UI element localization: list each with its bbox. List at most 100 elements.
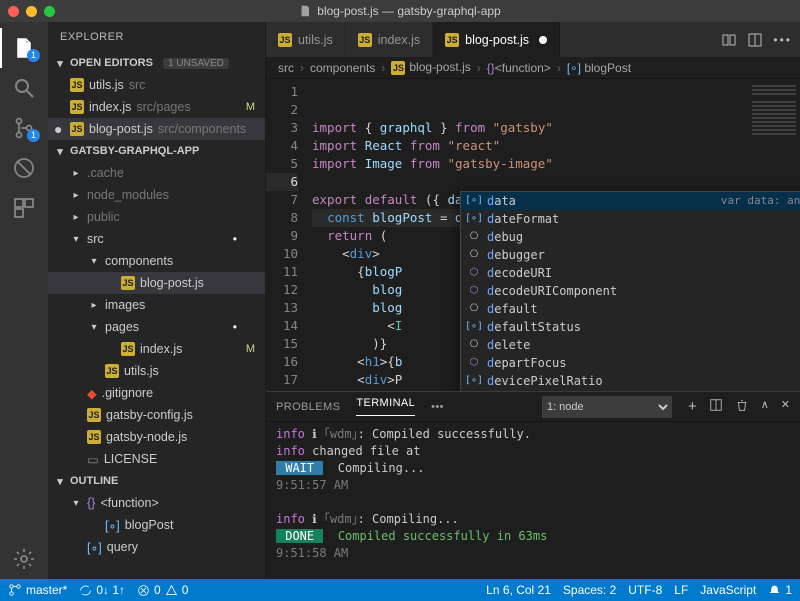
tree-item[interactable]: JSindex.jsM xyxy=(48,338,265,360)
symbol-kw-icon: ⎔ xyxy=(467,248,481,262)
suggest-item[interactable]: ⎔debugger xyxy=(461,246,800,264)
panel-tab-more[interactable]: ••• xyxy=(431,401,444,413)
suggest-item[interactable]: [∘]defaultStatus xyxy=(461,318,800,336)
open-editors-header[interactable]: ▾ OPEN EDITORS 1 UNSAVED xyxy=(48,52,265,74)
open-editor-item[interactable]: JSutils.js src xyxy=(48,74,265,96)
editor-tab[interactable]: JSutils.js xyxy=(266,22,346,57)
chevron-down-icon: ▾ xyxy=(54,145,66,158)
compare-icon[interactable] xyxy=(721,32,737,48)
tree-item[interactable]: JSutils.js xyxy=(48,360,265,382)
panel-tab-problems[interactable]: PROBLEMS xyxy=(276,401,340,413)
panel-tab-terminal[interactable]: TERMINAL xyxy=(356,397,415,416)
open-editor-item[interactable]: JSindex.js src/pagesM xyxy=(48,96,265,118)
tree-item[interactable]: JSgatsby-config.js xyxy=(48,404,265,426)
maximize-window-button[interactable] xyxy=(44,6,55,17)
activity-debug[interactable] xyxy=(0,148,48,188)
tree-item[interactable]: ▸node_modules xyxy=(48,184,265,206)
suggest-item[interactable]: [∘]dateFormat xyxy=(461,210,800,228)
suggest-item[interactable]: ⬡departFocus xyxy=(461,354,800,372)
tree-item[interactable]: JSblog-post.js xyxy=(48,272,265,294)
outline-item[interactable]: ▾{}<function> xyxy=(48,492,265,514)
chevron-icon: ▸ xyxy=(88,300,100,311)
tree-item[interactable]: ◆.gitignore xyxy=(48,382,265,404)
tree-item[interactable]: ▭LICENSE xyxy=(48,448,265,470)
suggest-item[interactable]: [∘]devicePixelRatio xyxy=(461,372,800,390)
close-panel-icon[interactable]: ✕ xyxy=(781,398,790,415)
project-header[interactable]: ▾ GATSBY-GRAPHQL-APP xyxy=(48,140,265,162)
breadcrumb-segment[interactable]: JSblog-post.js xyxy=(391,60,470,75)
tree-item[interactable]: ▸images xyxy=(48,294,265,316)
symbol-kw-icon: ⎔ xyxy=(467,230,481,244)
suggest-item[interactable]: [∘]datavar data: anyi xyxy=(461,192,800,210)
breadcrumb-segment[interactable]: src xyxy=(278,61,294,75)
status-encoding[interactable]: UTF-8 xyxy=(628,583,662,597)
status-sync[interactable]: 0↓ 1↑ xyxy=(79,583,125,597)
activity-extensions[interactable] xyxy=(0,188,48,228)
tree-item[interactable]: ▾pages• xyxy=(48,316,265,338)
js-file-icon: JS xyxy=(70,78,84,92)
close-window-button[interactable] xyxy=(8,6,19,17)
suggest-item[interactable]: ⬡decodeURIComponent xyxy=(461,282,800,300)
maximize-panel-icon[interactable]: ∧ xyxy=(761,398,769,415)
breadcrumb[interactable]: src›components›JSblog-post.js›{}<functio… xyxy=(266,57,800,79)
suggest-item[interactable]: ⬡decodeURI xyxy=(461,264,800,282)
breadcrumb-segment[interactable]: {}<function> xyxy=(487,61,551,75)
tree-item[interactable]: JSgatsby-node.js xyxy=(48,426,265,448)
activity-explorer[interactable]: 1 xyxy=(0,28,48,68)
status-indent[interactable]: Spaces: 2 xyxy=(563,583,616,597)
error-icon xyxy=(137,584,150,597)
activity-settings[interactable] xyxy=(0,539,48,579)
suggest-item[interactable]: ⎔debug xyxy=(461,228,800,246)
suggest-item[interactable]: ⎔default xyxy=(461,300,800,318)
panel-tabbar: PROBLEMS TERMINAL ••• 1: node + ∧ ✕ xyxy=(266,392,800,422)
bottom-panel: PROBLEMS TERMINAL ••• 1: node + ∧ ✕ info… xyxy=(266,391,800,579)
symbol-fn-icon: ⬡ xyxy=(467,356,481,370)
status-lang[interactable]: JavaScript xyxy=(700,583,756,597)
status-notifications[interactable]: 1 xyxy=(768,583,792,597)
minimize-window-button[interactable] xyxy=(26,6,37,17)
status-errors[interactable]: 0 0 xyxy=(137,583,188,597)
outline-header[interactable]: ▾ OUTLINE xyxy=(48,470,265,492)
js-file-icon: JS xyxy=(121,342,135,356)
js-file-icon: JS xyxy=(105,364,119,378)
editor-tab[interactable]: JSindex.js xyxy=(346,22,433,57)
outline-item[interactable]: [∘]blogPost xyxy=(48,514,265,536)
breadcrumb-segment[interactable]: [∘] blogPost xyxy=(567,61,631,75)
new-terminal-icon[interactable]: + xyxy=(688,398,697,415)
breadcrumb-segment[interactable]: components xyxy=(310,61,375,75)
tree-item[interactable]: ▸public xyxy=(48,206,265,228)
file-icon xyxy=(299,5,311,17)
tree-item[interactable]: ▾src• xyxy=(48,228,265,250)
terminal-output[interactable]: info ℹ ｢wdm｣: Compiled successfully.info… xyxy=(266,422,800,579)
code-content[interactable]: import { graphql } from "gatsby"import R… xyxy=(312,79,800,391)
editor-tab[interactable]: JSblog-post.js xyxy=(433,22,560,57)
split-terminal-icon[interactable] xyxy=(709,398,723,412)
suggest-item[interactable]: ⬡dispatchEvent xyxy=(461,390,800,391)
tree-item[interactable]: ▸.cache xyxy=(48,162,265,184)
suggest-item[interactable]: ⎔delete xyxy=(461,336,800,354)
window-controls xyxy=(8,6,55,17)
split-editor-icon[interactable] xyxy=(747,32,763,48)
more-icon[interactable]: ••• xyxy=(773,33,792,47)
symbol-fn-icon: ⬡ xyxy=(467,284,481,298)
sidebar-title: EXPLORER xyxy=(48,22,265,52)
symbol-variable-icon: [∘] xyxy=(87,540,102,555)
code-editor[interactable]: 1234567891011121314151617181920 import {… xyxy=(266,79,800,391)
open-editors-label: OPEN EDITORS xyxy=(70,57,153,69)
js-file-icon: JS xyxy=(278,33,292,47)
status-branch[interactable]: master* xyxy=(8,583,67,597)
activity-search[interactable] xyxy=(0,68,48,108)
trash-icon[interactable] xyxy=(735,398,749,412)
activity-scm[interactable]: 1 xyxy=(0,108,48,148)
git-branch-icon xyxy=(8,583,22,597)
symbol-kw-icon: ⎔ xyxy=(467,338,481,352)
status-eol[interactable]: LF xyxy=(674,583,688,597)
status-position[interactable]: Ln 6, Col 21 xyxy=(486,583,551,597)
autocomplete-popup[interactable]: [∘]datavar data: anyi[∘]dateFormat⎔debug… xyxy=(460,191,800,391)
open-editor-item[interactable]: ●JSblog-post.js src/components xyxy=(48,118,265,140)
terminal-dropdown[interactable]: 1: node xyxy=(542,396,672,418)
symbol-variable-icon: [∘] xyxy=(105,518,120,533)
symbol-fn-icon: ⬡ xyxy=(467,266,481,280)
tree-item[interactable]: ▾components xyxy=(48,250,265,272)
outline-item[interactable]: [∘]query xyxy=(48,536,265,558)
